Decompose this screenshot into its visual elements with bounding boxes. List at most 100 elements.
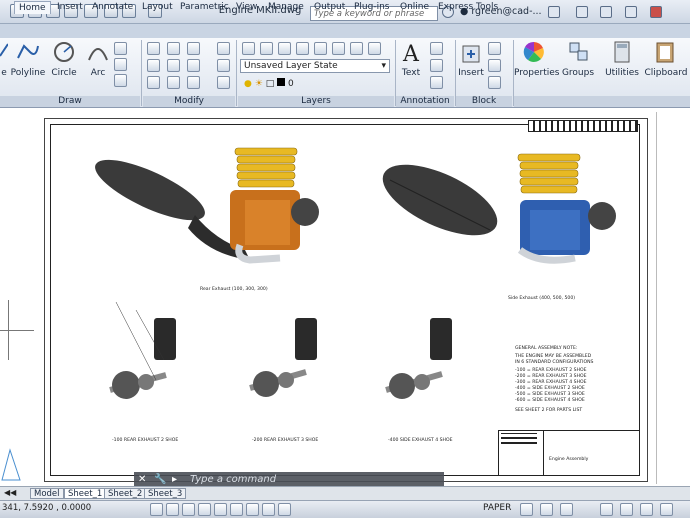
crosshair-vertical xyxy=(8,300,9,360)
tab-layout[interactable]: Layout xyxy=(138,1,177,14)
note-line: IN 6 STANDARD CONFIGURATIONS xyxy=(515,360,594,365)
layer-dropdown[interactable]: ● ☀ □ 0 xyxy=(244,78,394,92)
help-icon[interactable] xyxy=(576,6,588,18)
arc-tool[interactable] xyxy=(86,40,110,64)
layer-icon[interactable] xyxy=(296,42,309,55)
ducs-icon[interactable] xyxy=(246,503,259,516)
polar-icon[interactable] xyxy=(198,503,211,516)
command-input[interactable]: Type a command xyxy=(190,474,276,485)
erase-icon[interactable] xyxy=(217,42,230,55)
otrack-icon[interactable] xyxy=(230,503,243,516)
tab-annotate[interactable]: Annotate xyxy=(88,1,137,14)
clipboard-label: Clipboard xyxy=(644,68,688,78)
separator xyxy=(236,40,237,106)
block-panel-title[interactable]: Block xyxy=(456,96,512,107)
utilities-tool[interactable] xyxy=(612,40,632,64)
polyline-tool[interactable] xyxy=(16,40,40,64)
tab-view[interactable]: View xyxy=(232,1,261,14)
leader-icon[interactable] xyxy=(430,59,443,72)
layer-icon[interactable] xyxy=(260,42,273,55)
move-icon[interactable] xyxy=(147,42,160,55)
scale-icon[interactable] xyxy=(167,76,180,89)
dyn-icon[interactable] xyxy=(262,503,275,516)
clean-screen-icon[interactable] xyxy=(660,503,673,516)
notes-footer: SEE SHEET 2 FOR PARTS LIST xyxy=(515,408,583,413)
lock-icon[interactable] xyxy=(620,503,633,516)
workspace-icon[interactable] xyxy=(600,503,613,516)
properties-tool[interactable] xyxy=(522,40,546,64)
tab-sheet-1[interactable]: Sheet_1 xyxy=(64,488,107,499)
snap-icon[interactable] xyxy=(150,503,163,516)
calculator-icon xyxy=(614,41,630,63)
tab-online[interactable]: Online xyxy=(396,1,433,14)
tab-express-tools[interactable]: Express Tools xyxy=(434,1,502,14)
grid-icon[interactable] xyxy=(166,503,179,516)
layer-icon[interactable] xyxy=(278,42,291,55)
tab-insert[interactable]: Insert xyxy=(53,1,87,14)
annotation-visibility-icon[interactable] xyxy=(560,503,573,516)
mirror-icon[interactable] xyxy=(167,59,180,72)
exchange-icon[interactable] xyxy=(548,6,560,18)
dimension-icon[interactable] xyxy=(430,42,443,55)
first-layout-icon[interactable]: ◀◀ xyxy=(4,488,16,497)
layer-properties-icon[interactable] xyxy=(242,42,255,55)
layer-icon[interactable] xyxy=(332,42,345,55)
edit-block-icon[interactable] xyxy=(488,59,501,72)
array-icon[interactable] xyxy=(187,76,200,89)
tab-model[interactable]: Model xyxy=(30,488,64,499)
restore-icon[interactable] xyxy=(625,6,637,18)
isolate-icon[interactable] xyxy=(640,503,653,516)
offset-icon[interactable] xyxy=(217,76,230,89)
scale-icon[interactable] xyxy=(540,503,553,516)
annotation-panel-title[interactable]: Annotation xyxy=(396,96,454,107)
explode-icon[interactable] xyxy=(217,59,230,72)
status-bar xyxy=(0,500,690,518)
line-tool[interactable] xyxy=(0,40,9,60)
attribute-icon[interactable] xyxy=(488,76,501,89)
clipboard-tool[interactable] xyxy=(654,40,676,64)
fillet-icon[interactable] xyxy=(187,59,200,72)
modify-panel-title[interactable]: Modify xyxy=(143,96,235,107)
ortho-icon[interactable] xyxy=(182,503,195,516)
close-icon[interactable] xyxy=(650,6,662,18)
wrench-icon[interactable]: 🔧 xyxy=(154,474,166,485)
tab-manage[interactable]: Manage xyxy=(264,1,308,14)
tab-plug-ins[interactable]: Plug-ins xyxy=(350,1,394,14)
tab-parametric[interactable]: Parametric xyxy=(176,1,233,14)
note-line: -400 = SIDE EXHAUST 2 SHOE xyxy=(515,386,585,391)
layer-icon[interactable] xyxy=(314,42,327,55)
tab-sheet-3[interactable]: Sheet_3 xyxy=(144,488,187,499)
title-block-divider xyxy=(543,431,544,475)
arc-icon xyxy=(88,48,108,61)
table-icon[interactable] xyxy=(430,76,443,89)
layers-panel-title[interactable]: Layers xyxy=(238,96,394,107)
viewport-icon[interactable] xyxy=(520,503,533,516)
layer-icon[interactable] xyxy=(350,42,363,55)
insert-tool[interactable] xyxy=(460,42,482,66)
ellipse-icon[interactable] xyxy=(114,58,127,71)
tab-home[interactable]: Home xyxy=(14,1,51,14)
exploded-view-1 xyxy=(109,301,176,399)
layer-icon[interactable] xyxy=(368,42,381,55)
osnap-icon[interactable] xyxy=(214,503,227,516)
stretch-icon[interactable] xyxy=(147,76,160,89)
copy-icon[interactable] xyxy=(147,59,160,72)
prompt-icon: ▸ xyxy=(172,474,178,485)
hatch-icon[interactable] xyxy=(114,74,127,87)
create-block-icon[interactable] xyxy=(488,42,501,55)
minimize-icon[interactable] xyxy=(600,6,612,18)
close-icon[interactable]: ✕ xyxy=(138,474,146,485)
text-icon[interactable]: A xyxy=(400,42,422,67)
paper-space-toggle[interactable]: PAPER xyxy=(483,503,511,513)
circle-tool[interactable] xyxy=(52,40,76,64)
tab-sheet-2[interactable]: Sheet_2 xyxy=(104,488,147,499)
draw-panel-title[interactable]: Draw xyxy=(0,96,140,107)
tab-output[interactable]: Output xyxy=(310,1,349,14)
groups-label: Groups xyxy=(561,68,595,78)
groups-tool[interactable] xyxy=(568,40,590,64)
rotate-icon[interactable] xyxy=(167,42,180,55)
lineweight-icon[interactable] xyxy=(278,503,291,516)
layer-state-dropdown[interactable]: Unsaved Layer State ▾ xyxy=(240,59,390,73)
rectangle-icon[interactable] xyxy=(114,42,127,55)
trim-icon[interactable] xyxy=(187,42,200,55)
